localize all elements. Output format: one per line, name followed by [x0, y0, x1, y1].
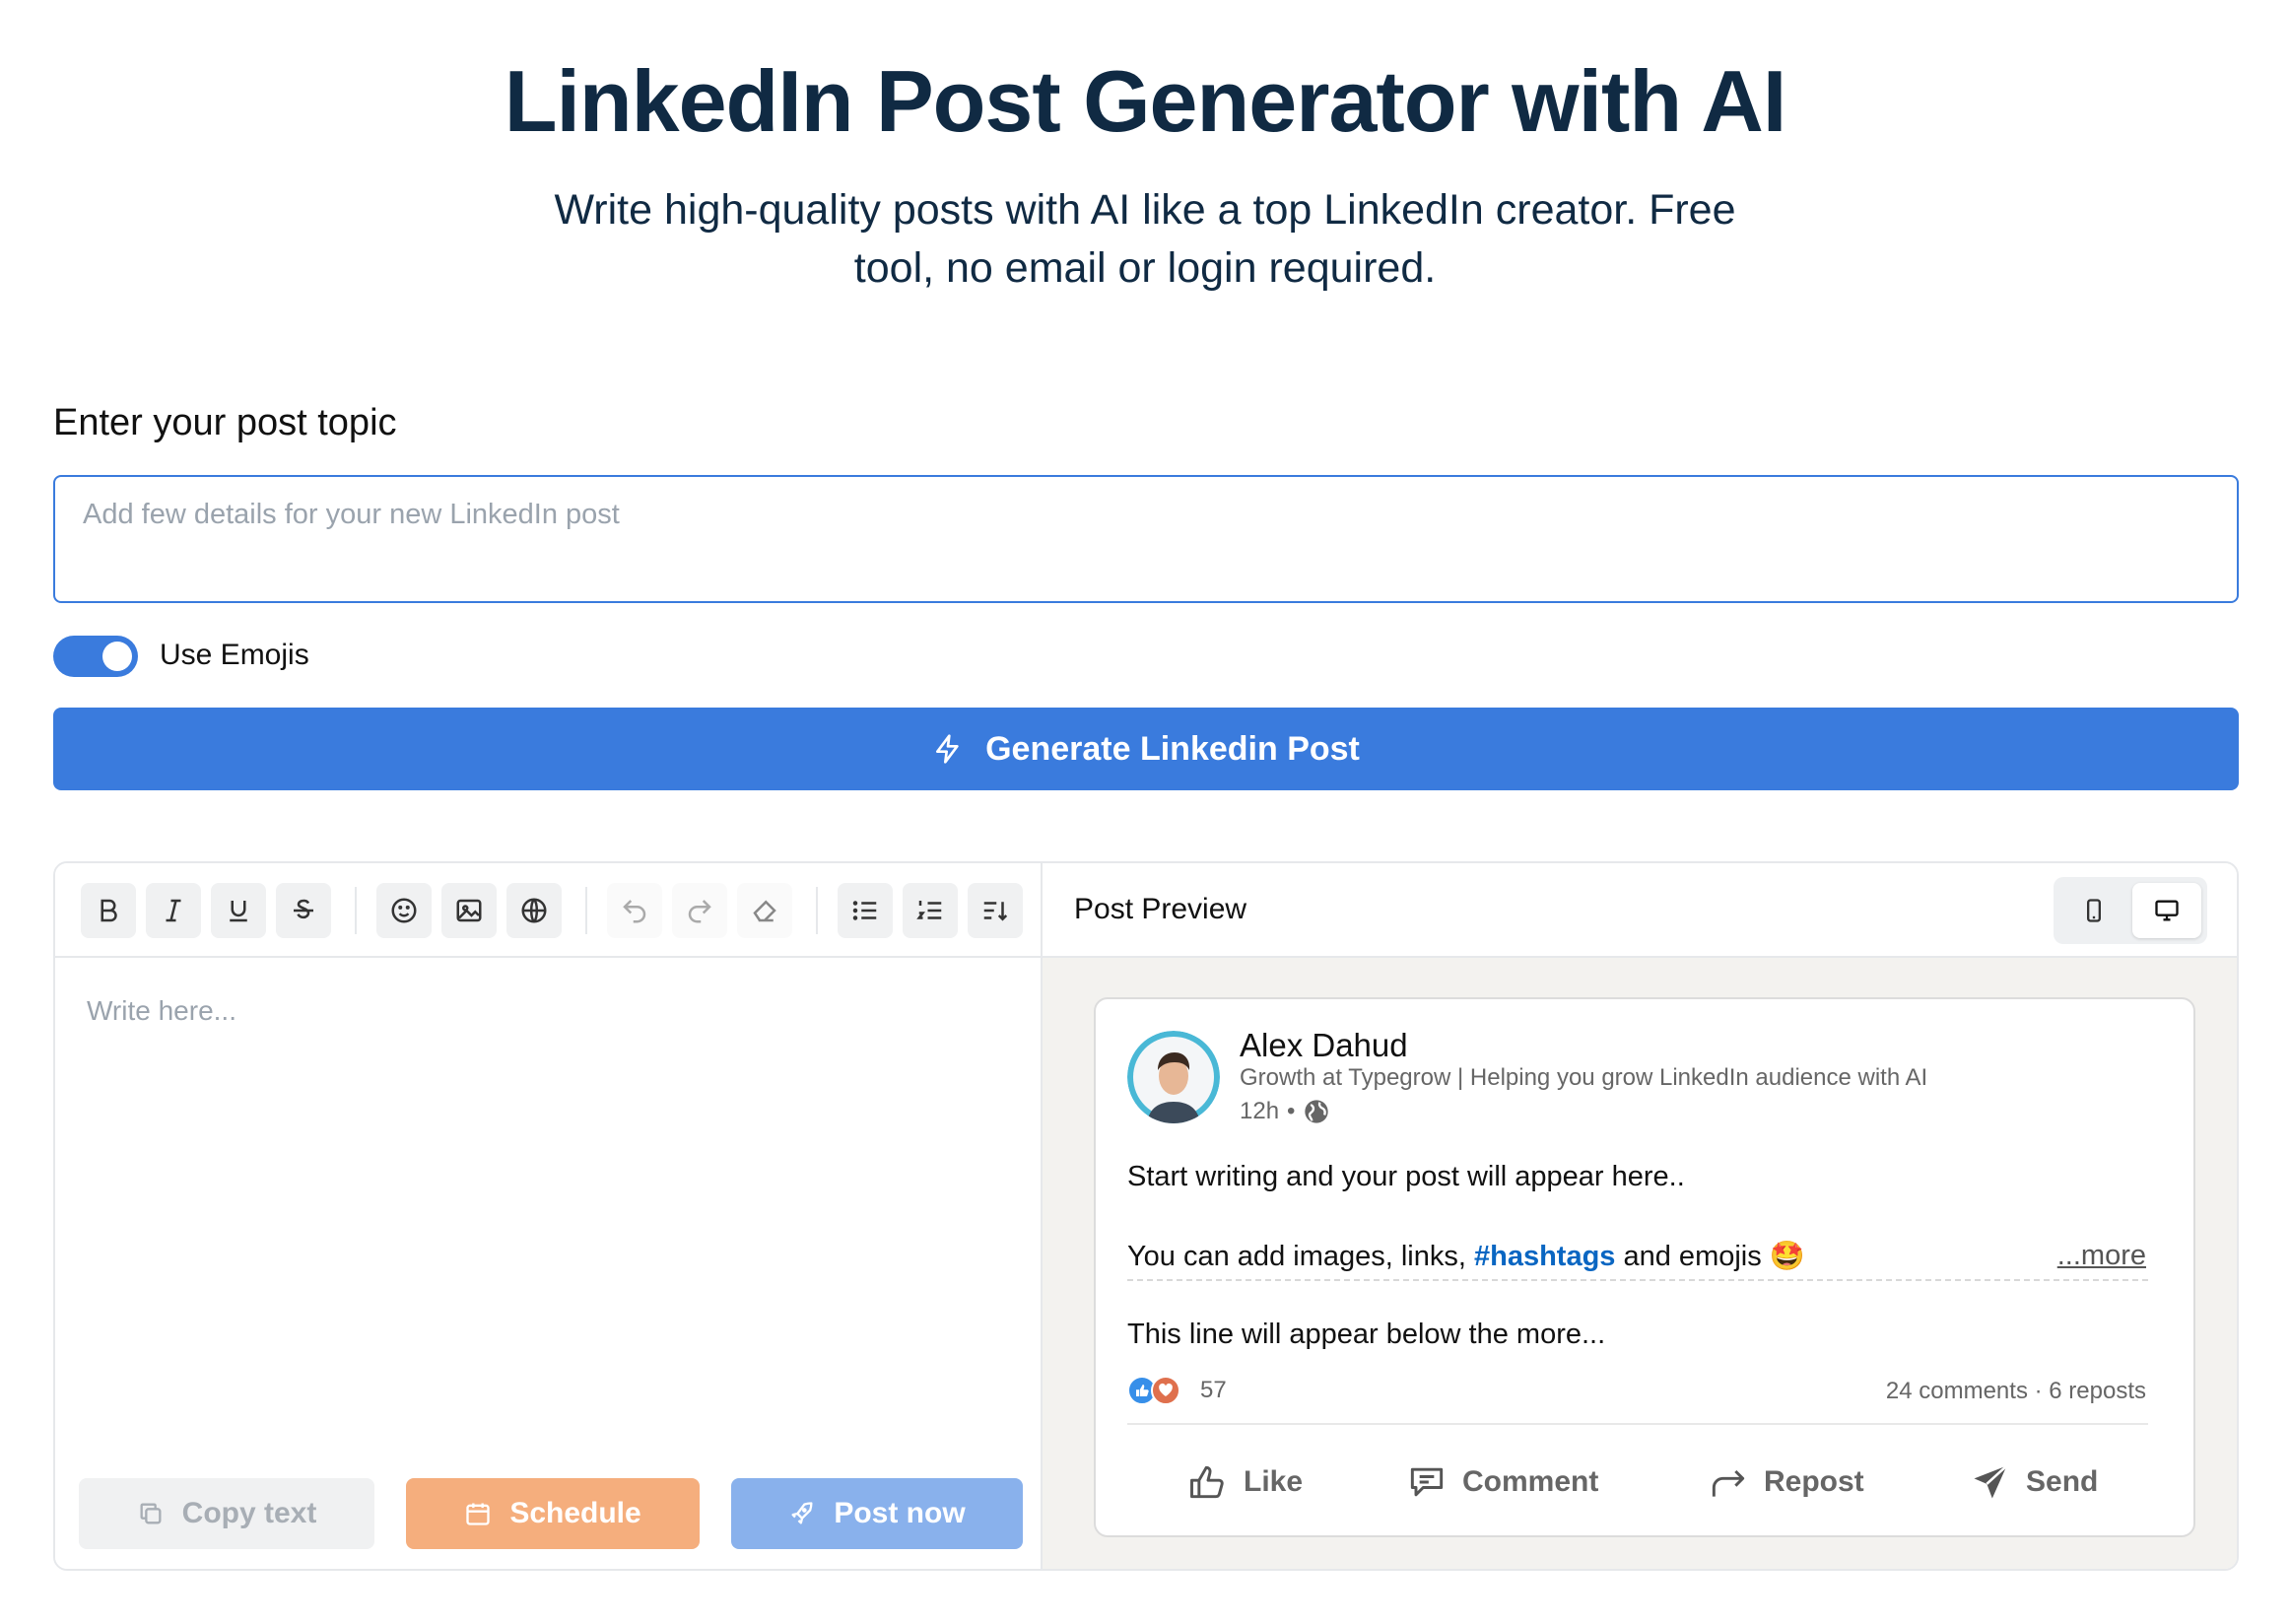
- hashtag-link[interactable]: #hashtags: [1474, 1241, 1615, 1272]
- post-line-2-suffix: and emojis 🤩: [1615, 1241, 1805, 1272]
- strikethrough-icon: [294, 899, 313, 919]
- post-now-label: Post now: [834, 1497, 966, 1529]
- sort-button[interactable]: [968, 883, 1023, 938]
- send-label: Send: [2026, 1465, 2099, 1498]
- desktop-icon: [2155, 900, 2179, 921]
- bold-icon: [101, 899, 117, 922]
- avatar: [1127, 1031, 1220, 1123]
- bold-button[interactable]: [81, 883, 136, 938]
- generate-post-button[interactable]: Generate Linkedin Post: [53, 708, 2239, 790]
- schedule-label: Schedule: [509, 1497, 641, 1529]
- mobile-view-button[interactable]: [2059, 883, 2128, 938]
- reaction-icons: [1127, 1374, 1192, 1407]
- undo-button[interactable]: [607, 883, 662, 938]
- post-line-2: You can add images, links, #hashtags and…: [1127, 1240, 1805, 1273]
- repost-action[interactable]: Repost: [1707, 1453, 1864, 1512]
- link-button[interactable]: [506, 883, 562, 938]
- thumbs-up-icon: [1190, 1465, 1224, 1499]
- comment-action[interactable]: Comment: [1405, 1453, 1598, 1512]
- repost-label: Repost: [1764, 1465, 1864, 1498]
- linkedin-post-card: Alex Dahud Growth at Typegrow | Helping …: [1094, 997, 2195, 1537]
- topic-input-box[interactable]: [53, 475, 2239, 603]
- globe-icon: [1305, 1100, 1329, 1123]
- generate-post-label: Generate Linkedin Post: [985, 729, 1360, 768]
- page-title: LinkedIn Post Generator with AI: [504, 52, 1787, 150]
- copy-text-label: Copy text: [181, 1497, 317, 1529]
- emoji-button[interactable]: [376, 883, 432, 938]
- preview-header: Post Preview: [1043, 863, 2237, 958]
- image-button[interactable]: [441, 883, 497, 938]
- editor-placeholder[interactable]: Write here...: [87, 995, 236, 1027]
- post-time: 12h: [1240, 1098, 1280, 1124]
- toolbar-divider: [816, 887, 818, 934]
- calendar-icon: [466, 1503, 490, 1525]
- topic-label: Enter your post topic: [53, 402, 397, 443]
- post-preview: Post Preview Alex Dahud Growth at Typegr…: [1043, 863, 2237, 1569]
- mobile-icon: [2087, 899, 2101, 922]
- toolbar-divider: [585, 887, 587, 934]
- underline-icon: [230, 901, 247, 922]
- numbered-list-button[interactable]: [903, 883, 958, 938]
- fold-line: [1127, 1279, 2148, 1281]
- bullet-list-button[interactable]: [838, 883, 893, 938]
- use-emojis-label: Use Emojis: [160, 639, 309, 671]
- undo-icon: [623, 900, 646, 923]
- comment-repost-counts[interactable]: 24 comments · 6 reposts: [1886, 1378, 2146, 1405]
- numbered-list-icon: [916, 901, 942, 919]
- author-headline: Growth at Typegrow | Helping you grow Li…: [1240, 1064, 1928, 1091]
- post-line-2-prefix: You can add images, links,: [1127, 1241, 1474, 1272]
- post-line-3: This line will appear below the more...: [1127, 1319, 1606, 1350]
- repost-icon: [1712, 1469, 1745, 1497]
- reaction-count: 57: [1200, 1377, 1227, 1403]
- use-emojis-toggle[interactable]: [53, 636, 138, 677]
- bullet-list-icon: [852, 901, 877, 920]
- meta-dot: •: [1287, 1098, 1296, 1124]
- editor-toolbar: [55, 863, 1041, 958]
- desktop-view-button[interactable]: [2132, 883, 2201, 938]
- reactions-summary[interactable]: 57: [1127, 1374, 1227, 1407]
- lightning-icon: [936, 734, 959, 764]
- comment-label: Comment: [1462, 1465, 1599, 1498]
- copy-icon: [140, 1503, 162, 1524]
- author-name[interactable]: Alex Dahud: [1240, 1027, 1408, 1064]
- post-editor: Write here... Copy text Schedule Post no…: [55, 863, 1043, 1569]
- redo-icon: [688, 900, 711, 923]
- page-subtitle: Write high-quality posts with AI like a …: [554, 186, 1736, 292]
- toolbar-divider: [355, 887, 357, 934]
- underline-button[interactable]: [211, 883, 266, 938]
- globe-icon: [521, 898, 547, 923]
- like-label: Like: [1244, 1465, 1304, 1498]
- send-icon: [1974, 1464, 2008, 1499]
- emoji-icon: [391, 898, 417, 923]
- image-icon: [456, 899, 482, 922]
- editor-preview-panel: Write here... Copy text Schedule Post no…: [53, 861, 2239, 1571]
- clear-format-button[interactable]: [737, 883, 792, 938]
- strikethrough-button[interactable]: [276, 883, 331, 938]
- copy-text-button[interactable]: Copy text: [79, 1478, 374, 1549]
- comment-icon: [1410, 1467, 1444, 1497]
- topic-input[interactable]: [55, 477, 2237, 601]
- italic-icon: [166, 899, 181, 922]
- toggle-knob: [102, 642, 132, 671]
- italic-button[interactable]: [146, 883, 201, 938]
- schedule-button[interactable]: Schedule: [406, 1478, 700, 1549]
- view-mode-switch: [2054, 877, 2207, 944]
- preview-title: Post Preview: [1074, 893, 1247, 925]
- post-now-button[interactable]: Post now: [731, 1478, 1023, 1549]
- sort-icon: [983, 902, 1008, 921]
- post-line-1: Start writing and your post will appear …: [1127, 1161, 1685, 1192]
- heart-reaction-icon: [1151, 1376, 1180, 1405]
- redo-button[interactable]: [672, 883, 727, 938]
- card-divider: [1127, 1423, 2148, 1425]
- rocket-icon: [791, 1502, 813, 1524]
- post-meta: 12h •: [1240, 1098, 1330, 1125]
- send-action[interactable]: Send: [1969, 1453, 2098, 1512]
- eraser-icon: [753, 900, 776, 922]
- see-more-link[interactable]: ...more: [2057, 1240, 2146, 1272]
- like-action[interactable]: Like: [1186, 1453, 1303, 1512]
